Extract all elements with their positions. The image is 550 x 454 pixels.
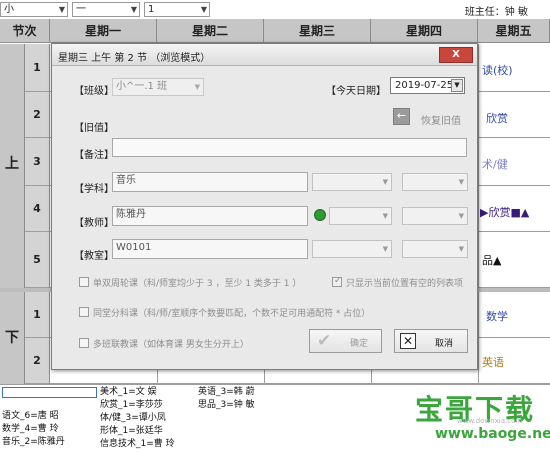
single-double-week-checkbox[interactable] — [79, 277, 89, 287]
subject-combo-2[interactable]: ▼ — [312, 173, 392, 191]
list-selection-input[interactable] — [2, 387, 97, 398]
period-number: 3 — [25, 138, 50, 186]
grade-number-select[interactable]: 一 ▼ — [72, 2, 140, 17]
head-teacher-label: 班主任：钟 敏 — [464, 7, 528, 18]
room-field[interactable]: W0101 — [112, 239, 308, 259]
schedule-cell-friday[interactable]: 品▲ — [482, 252, 550, 268]
restore-old-button[interactable]: 恢复旧值 — [421, 112, 461, 127]
close-icon: X — [452, 49, 460, 60]
header-day-tuesday: 星期二 — [157, 19, 264, 43]
dialog-titlebar[interactable]: 星期三 上午 第 2 节 （浏览模式） X — [52, 44, 477, 66]
period-number: 2 — [25, 338, 50, 384]
class-label: 【班级】 — [74, 86, 114, 97]
list-item[interactable]: 思品_3=钟 敏 — [198, 400, 255, 411]
cancel-label: 取消 — [435, 339, 454, 349]
close-button[interactable]: X — [439, 47, 473, 63]
header-day-friday: 星期五 — [478, 19, 550, 43]
cancel-button[interactable]: ✕ 取消 — [394, 329, 468, 353]
period-number: 1 — [25, 292, 50, 338]
cancel-x-icon: ✕ — [400, 333, 416, 349]
morning-label: 上 — [0, 44, 25, 288]
same-hall-split-checkbox[interactable] — [79, 307, 89, 317]
schedule-cell-friday[interactable]: 英语 — [482, 354, 550, 370]
chevron-down-icon: ▼ — [382, 212, 388, 220]
chevron-down-icon: ▼ — [458, 245, 464, 253]
grade-select[interactable]: 小 ▼ — [0, 2, 68, 17]
chevron-down-icon: ▼ — [382, 245, 388, 253]
date-picker[interactable]: 2019-07-25 ▼ — [390, 77, 465, 94]
list-item[interactable]: 音乐_2=陈雅丹 — [2, 437, 65, 448]
period-number: 2 — [25, 92, 50, 138]
chevron-down-icon: ▼ — [200, 5, 207, 14]
list-item[interactable]: 信息技术_1=曹 玲 — [100, 439, 175, 450]
status-indicator-icon — [314, 209, 326, 221]
room-label: 【教室】 — [74, 251, 114, 262]
checkmark-icon: ✔ — [317, 331, 332, 351]
class-select[interactable]: 1 ▼ — [144, 2, 210, 17]
list-item[interactable]: 欣赏_1=李莎莎 — [100, 400, 163, 411]
header-day-thursday: 星期四 — [371, 19, 478, 43]
subject-combo-3[interactable]: ▼ — [402, 173, 468, 191]
column-divider — [478, 44, 479, 384]
schedule-cell-friday[interactable]: 读(校) — [482, 62, 550, 78]
watermark-faint-url: www.downxia.com — [457, 417, 523, 425]
multi-class-checkbox[interactable] — [79, 338, 89, 348]
list-item[interactable]: 体/健_3=谭小凤 — [100, 413, 166, 424]
header-day-wednesday: 星期三 — [264, 19, 371, 43]
ok-button[interactable]: ✔ 确定 — [309, 329, 382, 353]
old-value-label: 【旧值】 — [74, 123, 114, 134]
list-item[interactable]: 英语_3=韩 蔚 — [198, 387, 255, 398]
checkmark-icon: ✓ — [334, 276, 342, 286]
teacher-label: 【教师】 — [74, 218, 114, 229]
chevron-down-icon: ▼ — [382, 178, 388, 186]
list-item[interactable]: 形体_1=张廷华 — [100, 426, 163, 437]
schedule-cell-friday[interactable]: 术/健 — [482, 156, 550, 172]
subject-field[interactable]: 音乐 — [112, 172, 308, 192]
teacher-combo-3[interactable]: ▼ — [402, 207, 468, 225]
same-hall-split-label: 同堂分科课（科/师/室顺序个数要匹配，个数不足可用通配符 * 占位） — [93, 309, 371, 319]
class-select-value: 1 — [148, 4, 155, 15]
ok-label: 确定 — [350, 339, 369, 349]
chevron-down-icon: ▼ — [194, 83, 200, 91]
class-value: 小^一.1 班 — [116, 81, 168, 92]
chevron-down-icon: ▼ — [458, 178, 464, 186]
header-period: 节次 — [0, 19, 50, 43]
list-item[interactable]: 数学_4=曹 玲 — [2, 424, 59, 435]
multi-class-label: 多班联教课（如体育课 男女生分开上） — [93, 340, 249, 350]
show-empty-label: 只显示当前位置有空的列表项 — [346, 279, 464, 289]
period-number: 5 — [25, 232, 50, 288]
teacher-combo-2[interactable]: ▼ — [329, 207, 392, 225]
chevron-down-icon: ▼ — [458, 212, 464, 220]
grade-select-value: 小 — [4, 4, 14, 15]
room-combo-3[interactable]: ▼ — [402, 240, 468, 258]
header-day-monday: 星期一 — [50, 19, 157, 43]
lesson-dialog: 星期三 上午 第 2 节 （浏览模式） X 【班级】 小^一.1 班 ▼ 【今天日… — [51, 43, 478, 370]
watermark: 宝哥下载 www.downxia.com www.baoge.net — [395, 384, 550, 454]
note-label: 【备注】 — [74, 150, 114, 161]
period-number: 4 — [25, 186, 50, 232]
schedule-cell-friday[interactable]: 欣赏 — [486, 110, 550, 126]
grade-number-value: 一 — [76, 4, 86, 15]
class-field: 小^一.1 班 ▼ — [112, 78, 204, 96]
restore-icon[interactable]: ← — [393, 108, 410, 125]
period-number: 1 — [25, 44, 50, 92]
date-value: 2019-07-25 — [395, 80, 454, 91]
watermark-url: www.baoge.net — [435, 426, 550, 442]
chevron-down-icon: ▼ — [451, 79, 463, 92]
room-combo-2[interactable]: ▼ — [312, 240, 392, 258]
note-input[interactable] — [112, 138, 467, 157]
chevron-down-icon: ▼ — [130, 5, 137, 14]
list-item[interactable]: 语文_6=唐 昭 — [2, 411, 59, 422]
dialog-title: 星期三 上午 第 2 节 （浏览模式） — [58, 53, 211, 64]
date-label: 【今天日期】 — [326, 86, 386, 97]
schedule-cell-friday[interactable]: 数学 — [486, 308, 550, 324]
list-item[interactable]: 美术_1=文 娱 — [100, 387, 157, 398]
subject-label: 【学科】 — [74, 184, 114, 195]
chevron-down-icon: ▼ — [58, 5, 65, 14]
single-double-week-label: 单双周轮课（科/师室均少于 3 ，至少 1 类多于 1 ） — [93, 279, 302, 289]
teacher-field[interactable]: 陈雅丹 — [112, 206, 308, 226]
show-empty-checkbox[interactable]: ✓ — [332, 276, 342, 287]
schedule-cell-friday[interactable]: ▶欣赏■▲ — [480, 204, 550, 220]
afternoon-label: 下 — [0, 292, 25, 384]
